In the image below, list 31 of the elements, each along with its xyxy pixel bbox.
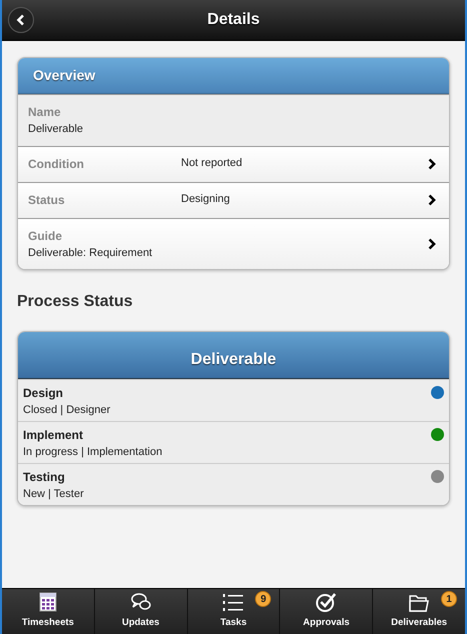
step-name: Implement bbox=[23, 427, 84, 444]
back-icon bbox=[15, 14, 27, 26]
step-details: New | Tester bbox=[23, 487, 85, 502]
field-value: Deliverable: Requirement bbox=[28, 246, 154, 260]
step-details: Closed | Designer bbox=[23, 403, 112, 418]
field-label: Guide bbox=[28, 228, 64, 244]
field-label: Name bbox=[28, 104, 62, 121]
step-details: In progress | Implementation bbox=[23, 445, 164, 460]
field-label: Status bbox=[28, 192, 66, 209]
section-heading: Process Status bbox=[17, 292, 134, 312]
step-name: Testing bbox=[23, 469, 66, 486]
step-name: Design bbox=[23, 385, 64, 402]
count-badge: 9 bbox=[255, 591, 272, 607]
overview-row[interactable]: Guide Deliverable: Requirement bbox=[18, 218, 449, 269]
field-value: Deliverable bbox=[28, 122, 84, 137]
card-title: Deliverable bbox=[18, 332, 449, 379]
tab-button[interactable]: Tasks 9 bbox=[186, 589, 280, 634]
check-circle-icon bbox=[314, 590, 338, 613]
back-button[interactable] bbox=[8, 7, 34, 33]
page-title: Details bbox=[207, 10, 260, 30]
overview-row[interactable]: Condition Not reported bbox=[18, 146, 449, 182]
tab-button[interactable]: Timesheets bbox=[2, 589, 94, 634]
tab-button[interactable]: Updates bbox=[94, 589, 187, 634]
field-label: Condition bbox=[28, 156, 85, 173]
card-title: Overview bbox=[18, 58, 449, 94]
field-value: Not reported bbox=[181, 156, 244, 170]
tab-button[interactable]: Deliverables 1 bbox=[372, 589, 465, 634]
tab-button[interactable]: Approvals bbox=[279, 589, 372, 634]
field-value: Designing bbox=[181, 192, 231, 206]
count-badge: 1 bbox=[440, 591, 457, 607]
overview-row[interactable]: Status Designing bbox=[18, 182, 449, 218]
